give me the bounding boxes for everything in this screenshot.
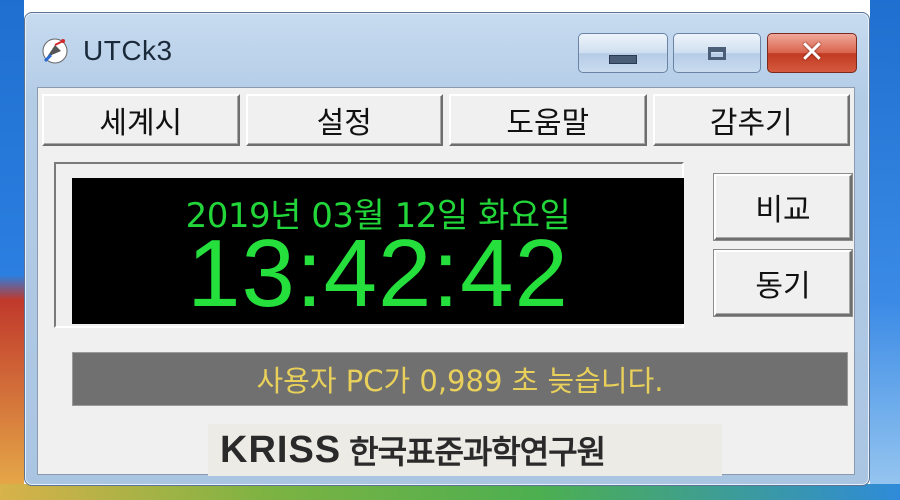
close-icon: ✕ xyxy=(799,35,825,70)
close-button[interactable]: ✕ xyxy=(767,33,857,73)
sync-button[interactable]: 동기 xyxy=(714,250,852,316)
client-area: 세계시 설정 도움말 감추기 2019년 03월 12일 화요일 13:42:4… xyxy=(37,87,855,476)
desktop-background-right xyxy=(870,0,900,500)
menu-world-time-button[interactable]: 세계시 xyxy=(42,94,240,146)
desktop-background-left xyxy=(0,0,24,500)
minimize-button[interactable] xyxy=(578,33,668,73)
clock-display: 2019년 03월 12일 화요일 13:42:42 xyxy=(72,178,684,324)
minimize-icon xyxy=(609,54,637,64)
app-window: UTCk3 ✕ 세계시 설정 도움말 감추기 2019년 03월 12일 화요일… xyxy=(24,12,870,486)
maximize-button[interactable] xyxy=(673,33,761,73)
clock-time: 13:42:42 xyxy=(187,220,569,327)
window-title: UTCk3 xyxy=(83,35,173,66)
title-bar[interactable]: UTCk3 ✕ xyxy=(25,13,869,83)
menu-settings-button[interactable]: 설정 xyxy=(245,94,443,146)
menu-bar: 세계시 설정 도움말 감추기 xyxy=(42,94,850,146)
menu-hide-button[interactable]: 감추기 xyxy=(652,94,850,146)
kriss-logo: KRISS 한국표준과학연구원 xyxy=(208,424,722,476)
maximize-icon xyxy=(708,46,726,60)
logo-brand: KRISS xyxy=(220,428,342,471)
satellite-dish-icon xyxy=(42,38,68,64)
desktop-background-bottom xyxy=(0,484,900,500)
compare-button[interactable]: 비교 xyxy=(714,174,852,240)
logo-organization: 한국표준과학연구원 xyxy=(349,433,606,471)
menu-help-button[interactable]: 도움말 xyxy=(449,94,647,146)
status-bar: 사용자 PC가 0,989 초 늦습니다. xyxy=(72,352,848,406)
clock-display-frame: 2019년 03월 12일 화요일 13:42:42 xyxy=(54,162,684,328)
